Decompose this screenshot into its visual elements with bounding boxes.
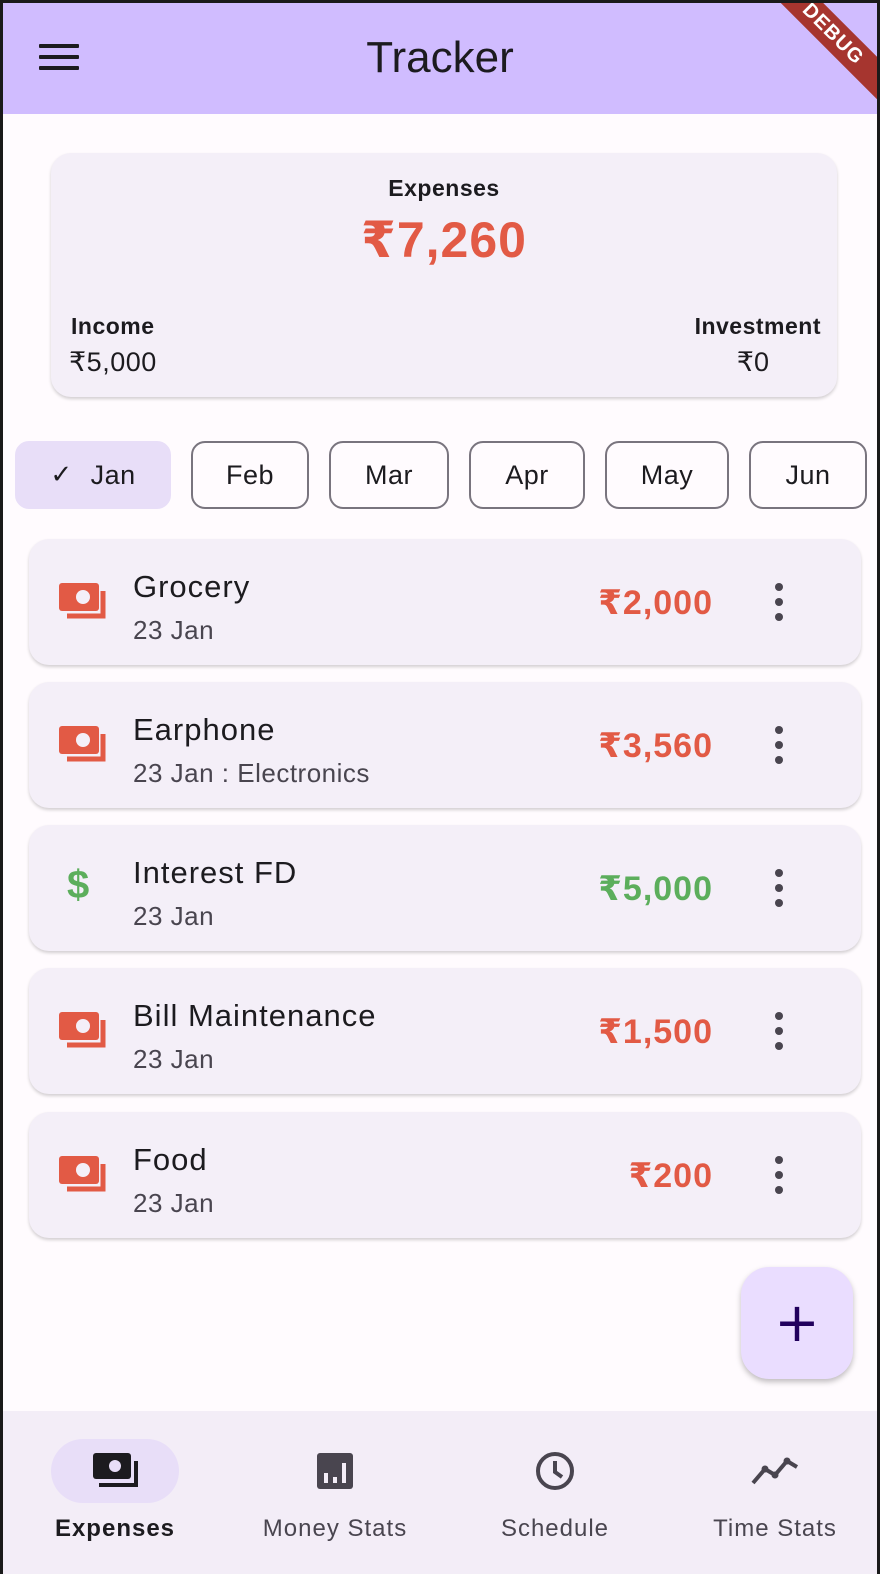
more-vert-icon[interactable]: [769, 726, 789, 764]
transaction-date: 23 Jan: [133, 901, 215, 931]
payments-icon: [59, 1012, 106, 1048]
nav-label: Time Stats: [713, 1515, 837, 1542]
month-chip-feb[interactable]: Feb: [191, 441, 309, 509]
app-bar: Tracker DEBUG: [3, 3, 877, 114]
line-chart-icon: [751, 1457, 799, 1485]
more-vert-icon[interactable]: [769, 1156, 789, 1194]
investment-label: Investment: [694, 313, 821, 339]
transaction-title: Bill Maintenance: [133, 998, 377, 1033]
transaction-title: Grocery: [133, 569, 251, 604]
transaction-date: 23 Jan : Electronics: [133, 758, 370, 788]
bar-chart-icon: [317, 1453, 353, 1489]
nav-label: Money Stats: [262, 1515, 408, 1542]
transaction-amount: ₹200: [628, 1157, 713, 1195]
payments-icon: [93, 1453, 138, 1487]
income-label: Income: [71, 313, 155, 339]
transaction-item[interactable]: $ Interest FD 23 Jan ₹5,000: [29, 825, 861, 951]
transaction-title: Food: [133, 1142, 208, 1177]
month-label: May: [640, 459, 694, 490]
month-label: Jan: [90, 459, 136, 490]
transaction-item[interactable]: Food 23 Jan ₹200: [29, 1112, 861, 1238]
dollar-icon: $: [67, 863, 90, 907]
month-chip-mar[interactable]: Mar: [329, 441, 449, 509]
transaction-title: Interest FD: [133, 855, 298, 890]
nav-label: Schedule: [500, 1515, 610, 1542]
nav-item-time-stats[interactable]: Time Stats: [665, 1411, 877, 1574]
transaction-amount: ₹2,000: [598, 584, 713, 622]
transaction-date: 23 Jan: [133, 1188, 215, 1218]
month-chip-may[interactable]: May: [605, 441, 729, 509]
add-icon: +: [774, 1291, 820, 1354]
month-chip-jan[interactable]: ✓ Jan: [15, 441, 171, 509]
transaction-item[interactable]: Bill Maintenance 23 Jan ₹1,500: [29, 968, 861, 1094]
month-label: Feb: [225, 459, 275, 490]
expenses-label: Expenses: [388, 175, 500, 201]
transaction-amount: ₹5,000: [598, 870, 713, 908]
more-vert-icon[interactable]: [769, 1012, 789, 1050]
add-transaction-button[interactable]: +: [741, 1267, 853, 1379]
month-label: Jun: [785, 459, 831, 490]
payments-icon: [59, 726, 106, 762]
month-label: Mar: [365, 459, 413, 490]
month-chip-apr[interactable]: Apr: [469, 441, 585, 509]
income-value: ₹5,000: [69, 347, 157, 377]
app-screen: Tracker DEBUG Expenses ₹7,260 Income ₹5,…: [0, 0, 880, 1574]
transaction-title: Earphone: [133, 712, 276, 747]
nav-item-schedule[interactable]: Schedule: [445, 1411, 665, 1574]
month-label: Apr: [505, 459, 549, 490]
transaction-amount: ₹1,500: [598, 1013, 713, 1051]
transaction-date: 23 Jan: [133, 1044, 215, 1074]
check-icon: ✓: [50, 460, 73, 490]
nav-label: Expenses: [54, 1515, 176, 1542]
payments-icon: [59, 1156, 106, 1192]
transaction-amount: ₹3,560: [598, 727, 713, 765]
nav-item-money-stats[interactable]: Money Stats: [225, 1411, 445, 1574]
nav-item-expenses[interactable]: Expenses: [5, 1411, 225, 1574]
month-chip-jun[interactable]: Jun: [749, 441, 867, 509]
investment-value: ₹0: [736, 347, 769, 377]
expenses-total: ₹7,260: [361, 212, 527, 268]
clock-icon: [536, 1452, 574, 1490]
bottom-navigation: Expenses Money Stats Schedule Time Stats: [3, 1411, 877, 1574]
payments-icon: [59, 583, 106, 619]
more-vert-icon[interactable]: [769, 869, 789, 907]
app-title: Tracker: [366, 33, 514, 82]
summary-card: Expenses ₹7,260 Income ₹5,000 Investment…: [51, 153, 837, 397]
transaction-item[interactable]: Grocery 23 Jan ₹2,000: [29, 539, 861, 665]
transaction-item[interactable]: Earphone 23 Jan : Electronics ₹3,560: [29, 682, 861, 808]
more-vert-icon[interactable]: [769, 583, 789, 621]
transaction-date: 23 Jan: [133, 615, 215, 645]
